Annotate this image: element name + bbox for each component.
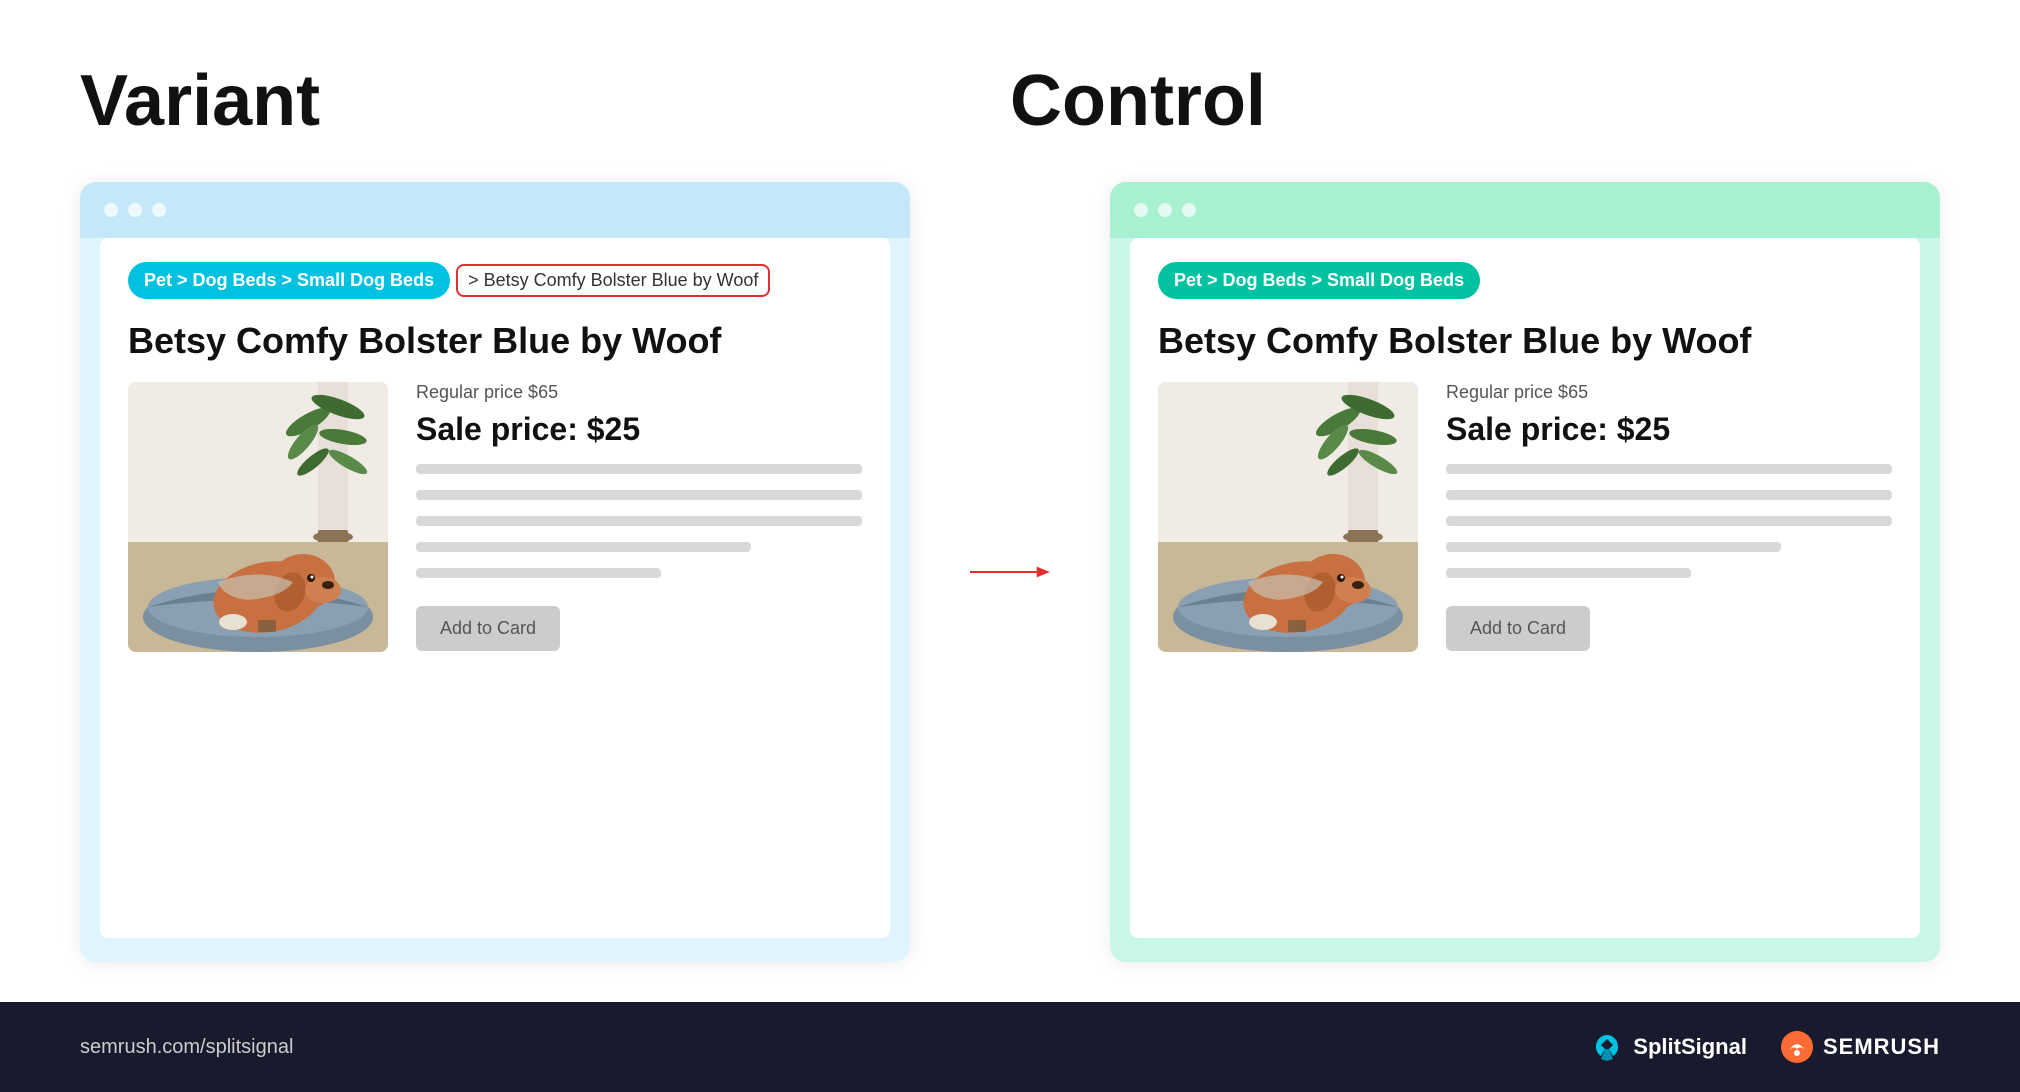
- variant-breadcrumb-current: > Betsy Comfy Bolster Blue by Woof: [468, 270, 758, 291]
- variant-breadcrumb-base: Pet > Dog Beds > Small Dog Beds: [128, 262, 450, 299]
- variant-add-to-card-button[interactable]: Add to Card: [416, 606, 560, 651]
- control-title: Control: [1010, 60, 1940, 142]
- control-product-title: Betsy Comfy Bolster Blue by Woof: [1158, 319, 1892, 362]
- control-text-line-1: [1446, 464, 1892, 474]
- footer: semrush.com/splitsignal SplitSignal SEMR…: [0, 1002, 2020, 1092]
- control-text-line-3: [1446, 516, 1892, 526]
- control-add-to-card-button[interactable]: Add to Card: [1446, 606, 1590, 651]
- control-body: Pet > Dog Beds > Small Dog Beds Betsy Co…: [1130, 238, 1920, 938]
- control-titlebar: [1110, 182, 1940, 238]
- control-sale-price: Sale price: $25: [1446, 411, 1892, 448]
- dot-1: [104, 203, 118, 217]
- text-line-3: [416, 516, 862, 526]
- semrush-icon: [1779, 1029, 1815, 1065]
- control-breadcrumb-base: Pet > Dog Beds > Small Dog Beds: [1158, 262, 1480, 299]
- control-product-image: [1158, 382, 1418, 652]
- connecting-arrow-svg: [970, 552, 1050, 592]
- variant-product-image: [128, 382, 388, 652]
- semrush-label: SEMRUSH: [1823, 1034, 1940, 1060]
- control-dot-2: [1158, 203, 1172, 217]
- cards-row: Pet > Dog Beds > Small Dog Beds > Betsy …: [80, 182, 1940, 962]
- control-card: Pet > Dog Beds > Small Dog Beds Betsy Co…: [1110, 182, 1940, 962]
- splitsignal-icon: [1591, 1031, 1623, 1063]
- text-line-5: [416, 568, 661, 578]
- variant-title: Variant: [80, 60, 1010, 142]
- splitsignal-label: SplitSignal: [1633, 1034, 1747, 1060]
- variant-product-title: Betsy Comfy Bolster Blue by Woof: [128, 319, 862, 362]
- semrush-logo: SEMRUSH: [1779, 1029, 1940, 1065]
- variant-titlebar: [80, 182, 910, 238]
- variant-product-area: Regular price $65 Sale price: $25 Add to…: [128, 382, 862, 652]
- variant-sale-price: Sale price: $25: [416, 411, 862, 448]
- variant-breadcrumb-current-box: > Betsy Comfy Bolster Blue by Woof: [456, 264, 770, 297]
- splitsignal-logo: SplitSignal: [1591, 1031, 1747, 1063]
- text-line-4: [416, 542, 751, 552]
- control-text-line-2: [1446, 490, 1892, 500]
- control-dot-3: [1182, 203, 1196, 217]
- text-line-1: [416, 464, 862, 474]
- connecting-arrow-section: [970, 182, 1050, 962]
- dot-2: [128, 203, 142, 217]
- footer-logos: SplitSignal SEMRUSH: [1591, 1029, 1940, 1065]
- variant-card: Pet > Dog Beds > Small Dog Beds > Betsy …: [80, 182, 910, 962]
- control-product-details: Regular price $65 Sale price: $25 Add to…: [1446, 382, 1892, 652]
- section-titles: Variant Control: [80, 60, 1940, 142]
- control-product-area: Regular price $65 Sale price: $25 Add to…: [1158, 382, 1892, 652]
- control-dot-1: [1134, 203, 1148, 217]
- dot-3: [152, 203, 166, 217]
- main-content: Variant Control Pet > Dog Beds > Small D…: [0, 0, 2020, 1002]
- variant-body: Pet > Dog Beds > Small Dog Beds > Betsy …: [100, 238, 890, 938]
- control-breadcrumb-row: Pet > Dog Beds > Small Dog Beds: [1158, 262, 1892, 299]
- variant-breadcrumb-row: Pet > Dog Beds > Small Dog Beds > Betsy …: [128, 262, 862, 299]
- text-line-2: [416, 490, 862, 500]
- control-text-line-4: [1446, 542, 1781, 552]
- variant-product-details: Regular price $65 Sale price: $25 Add to…: [416, 382, 862, 652]
- variant-regular-price: Regular price $65: [416, 382, 862, 403]
- control-text-line-5: [1446, 568, 1691, 578]
- footer-url: semrush.com/splitsignal: [80, 1036, 293, 1059]
- control-regular-price: Regular price $65: [1446, 382, 1892, 403]
